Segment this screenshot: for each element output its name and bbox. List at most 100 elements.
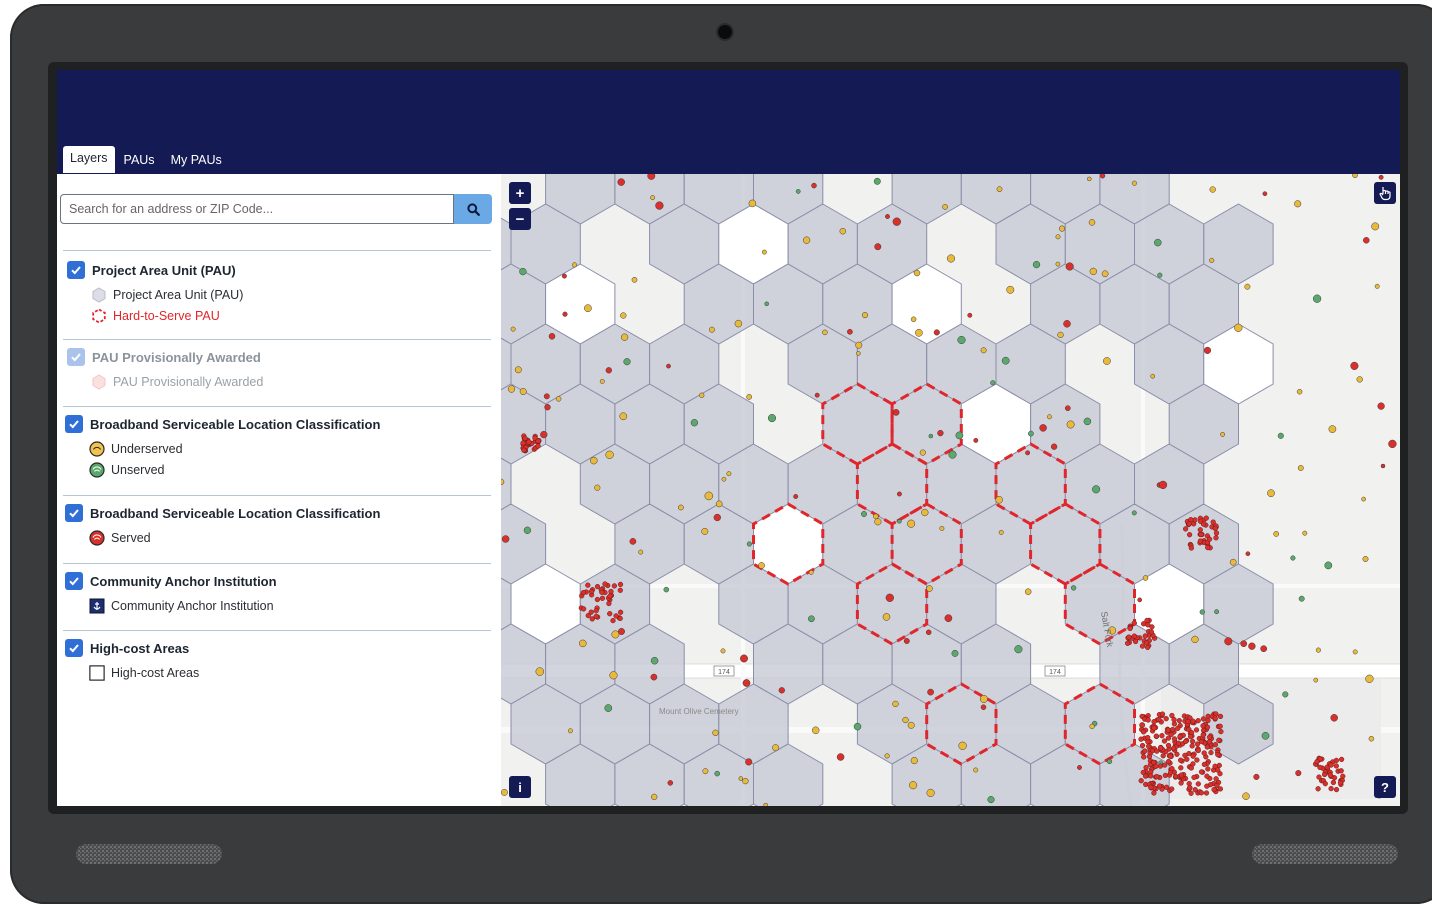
- served-location-marker[interactable]: [1170, 726, 1176, 733]
- location-marker[interactable]: [761, 249, 767, 255]
- location-marker[interactable]: [1378, 174, 1384, 180]
- served-location-marker[interactable]: [1200, 732, 1206, 738]
- served-location-marker[interactable]: [1176, 717, 1182, 724]
- location-marker[interactable]: [1224, 637, 1233, 646]
- served-location-marker[interactable]: [1177, 733, 1183, 740]
- location-marker[interactable]: [742, 679, 751, 687]
- location-marker[interactable]: [738, 776, 744, 781]
- checkbox-cai[interactable]: [65, 572, 83, 590]
- location-marker[interactable]: [856, 351, 861, 356]
- location-marker[interactable]: [1324, 561, 1333, 570]
- location-marker[interactable]: [998, 529, 1004, 535]
- location-marker[interactable]: [599, 378, 605, 384]
- location-marker[interactable]: [814, 392, 820, 398]
- served-location-marker[interactable]: [1174, 751, 1180, 757]
- location-marker[interactable]: [1092, 485, 1101, 494]
- served-location-marker[interactable]: [1156, 716, 1162, 723]
- served-location-marker[interactable]: [1190, 761, 1196, 767]
- location-marker[interactable]: [910, 757, 918, 765]
- served-location-marker[interactable]: [1201, 750, 1207, 756]
- location-marker[interactable]: [701, 527, 709, 535]
- location-marker[interactable]: [1245, 551, 1251, 557]
- location-marker[interactable]: [746, 541, 752, 547]
- served-location-marker[interactable]: [1178, 765, 1184, 771]
- location-marker[interactable]: [510, 326, 516, 332]
- location-marker[interactable]: [1295, 770, 1302, 777]
- location-marker[interactable]: [1298, 595, 1305, 602]
- location-marker[interactable]: [617, 178, 625, 186]
- location-marker[interactable]: [808, 569, 814, 575]
- location-marker[interactable]: [1025, 450, 1031, 456]
- served-location-marker[interactable]: [1204, 724, 1211, 730]
- served-location-marker[interactable]: [1172, 773, 1179, 780]
- served-location-marker[interactable]: [1213, 530, 1220, 536]
- served-location-marker[interactable]: [1201, 761, 1208, 768]
- search-button[interactable]: [454, 194, 492, 224]
- served-location-marker[interactable]: [1333, 757, 1340, 764]
- served-location-marker[interactable]: [1162, 762, 1168, 768]
- served-location-marker[interactable]: [1156, 783, 1163, 789]
- location-marker[interactable]: [605, 450, 614, 459]
- served-location-marker[interactable]: [1138, 778, 1144, 784]
- served-location-marker[interactable]: [1131, 620, 1137, 626]
- served-location-marker[interactable]: [1204, 783, 1210, 789]
- layer-toggle-cai[interactable]: Community Anchor Institution: [65, 572, 277, 590]
- served-location-marker[interactable]: [1151, 790, 1157, 796]
- location-marker[interactable]: [1248, 642, 1256, 650]
- location-marker[interactable]: [980, 347, 987, 354]
- served-location-marker[interactable]: [1151, 719, 1157, 725]
- location-marker[interactable]: [892, 700, 899, 708]
- location-marker[interactable]: [1142, 575, 1149, 581]
- served-location-marker[interactable]: [1205, 717, 1211, 724]
- served-location-marker[interactable]: [1153, 733, 1159, 739]
- location-marker[interactable]: [1001, 356, 1010, 365]
- layer-toggle-high-cost[interactable]: High-cost Areas: [65, 639, 189, 657]
- layer-toggle-awarded[interactable]: PAU Provisionally Awarded: [67, 348, 261, 366]
- location-marker[interactable]: [702, 768, 709, 775]
- served-location-marker[interactable]: [1216, 737, 1222, 743]
- served-location-marker[interactable]: [1151, 725, 1157, 731]
- served-location-marker[interactable]: [1333, 786, 1340, 793]
- served-location-marker[interactable]: [1198, 531, 1204, 538]
- served-location-marker[interactable]: [1190, 718, 1196, 724]
- search-input[interactable]: [60, 194, 454, 224]
- served-location-marker[interactable]: [594, 596, 601, 603]
- location-marker[interactable]: [1154, 238, 1162, 247]
- served-location-marker[interactable]: [593, 608, 599, 614]
- location-marker[interactable]: [1261, 731, 1270, 740]
- location-marker[interactable]: [1050, 443, 1058, 450]
- location-marker[interactable]: [772, 744, 780, 752]
- location-marker[interactable]: [651, 793, 658, 801]
- served-location-marker[interactable]: [1145, 743, 1152, 749]
- location-marker[interactable]: [811, 726, 820, 735]
- location-marker[interactable]: [861, 511, 867, 517]
- location-marker[interactable]: [726, 471, 732, 477]
- location-marker[interactable]: [584, 304, 592, 313]
- location-marker[interactable]: [767, 414, 777, 423]
- location-marker[interactable]: [933, 329, 940, 336]
- location-marker[interactable]: [745, 758, 753, 766]
- location-marker[interactable]: [1240, 640, 1248, 648]
- location-marker[interactable]: [561, 273, 567, 279]
- served-location-marker[interactable]: [1171, 716, 1177, 723]
- info-button[interactable]: i: [509, 776, 531, 798]
- location-marker[interactable]: [1214, 609, 1220, 615]
- location-marker[interactable]: [734, 319, 743, 328]
- served-location-marker[interactable]: [1143, 640, 1150, 646]
- served-location-marker[interactable]: [1213, 535, 1219, 541]
- served-location-marker[interactable]: [1142, 773, 1149, 779]
- location-marker[interactable]: [967, 312, 973, 318]
- served-location-marker[interactable]: [1146, 753, 1153, 760]
- served-location-marker[interactable]: [1148, 773, 1154, 779]
- served-location-marker[interactable]: [1175, 725, 1181, 732]
- served-location-marker[interactable]: [1139, 643, 1146, 649]
- location-marker[interactable]: [544, 404, 551, 411]
- served-location-marker[interactable]: [611, 583, 618, 589]
- checkbox-awarded[interactable]: [67, 348, 85, 366]
- location-marker[interactable]: [884, 753, 890, 759]
- served-location-marker[interactable]: [1185, 718, 1191, 725]
- location-marker[interactable]: [746, 394, 753, 400]
- served-location-marker[interactable]: [1140, 621, 1147, 627]
- served-location-marker[interactable]: [1127, 625, 1133, 632]
- served-location-marker[interactable]: [1211, 786, 1217, 793]
